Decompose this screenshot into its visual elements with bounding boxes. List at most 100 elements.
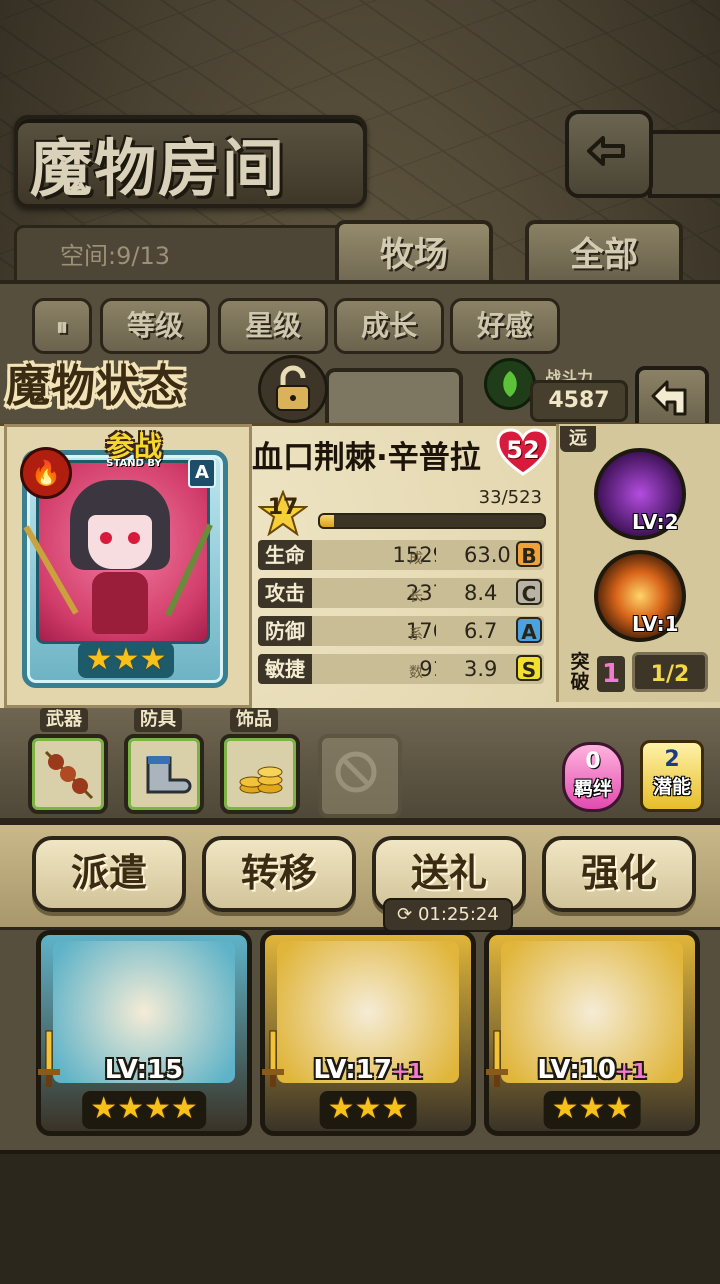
- range-tag: 远: [560, 426, 596, 452]
- tab-ranch[interactable]: 牧场: [335, 220, 493, 286]
- timer-value: 01:25:24: [417, 904, 499, 925]
- card-level-value: LV:17: [313, 1055, 392, 1085]
- card-level: LV:17+1: [265, 1055, 471, 1085]
- page-title: 魔物房间: [30, 132, 287, 205]
- affection-value: 52: [506, 436, 540, 464]
- card-level: LV:15: [41, 1055, 247, 1085]
- stat-value: 176: [312, 616, 452, 646]
- leaf-icon: [484, 358, 536, 410]
- growth-number: 3.9: [464, 657, 498, 681]
- card-level-value: LV:10: [537, 1055, 616, 1085]
- coins-icon: [239, 766, 283, 794]
- xp-bar: [318, 513, 546, 529]
- stat-label: 防御: [258, 616, 312, 646]
- star-rating: ★★★: [78, 642, 174, 678]
- back-button[interactable]: [565, 110, 653, 198]
- stat-label: 生命: [258, 540, 312, 570]
- monster-card[interactable]: LV:10+1 ★★★: [484, 930, 700, 1136]
- growth-value: 3.9 S: [436, 654, 544, 684]
- skill-level: LV:2: [632, 510, 679, 534]
- disabled-icon: [335, 751, 377, 793]
- transfer-button[interactable]: 转移: [202, 836, 356, 912]
- space-counter: 空间:9/13: [60, 242, 170, 270]
- star-icon: ★: [139, 642, 167, 677]
- growth-char: 系: [409, 627, 423, 643]
- star-icon: ★: [117, 1091, 144, 1126]
- star-icon: ★: [90, 1091, 118, 1126]
- potential-button[interactable]: 2 潜能: [640, 740, 704, 812]
- growth-char: 长: [409, 589, 423, 605]
- monster-name: 血口荆棘·辛普拉: [252, 440, 481, 476]
- accessory-label: 饰品: [230, 708, 278, 732]
- enhance-button[interactable]: 强化: [542, 836, 696, 912]
- sort-order-button[interactable]: ⏸: [32, 298, 92, 354]
- lock-button[interactable]: [258, 355, 328, 423]
- stat-label: 攻击: [258, 578, 312, 608]
- card-star-rating: ★★★★: [82, 1091, 206, 1129]
- stat-value: 91: [312, 654, 452, 684]
- grade-badge: B: [516, 541, 542, 568]
- star-icon: ★: [354, 1091, 382, 1126]
- refresh-icon: ⟳: [397, 904, 413, 925]
- monster-body: [92, 572, 148, 634]
- growth-number: 8.4: [464, 581, 498, 605]
- star-icon: ★: [85, 642, 113, 677]
- stat-value: 237: [312, 578, 452, 608]
- growth-value: 6.7 A: [436, 616, 544, 646]
- break-count: 1: [597, 656, 625, 692]
- star-icon: ★: [327, 1091, 355, 1126]
- level-value: 17: [267, 495, 299, 520]
- potential-label: 潜能: [652, 776, 691, 798]
- bond-count: 0: [585, 749, 601, 774]
- card-star-rating: ★★★: [543, 1091, 641, 1129]
- standby-sublabel: STAND BY: [106, 458, 162, 469]
- grade-badge: A: [516, 617, 542, 644]
- growth-char: 成: [409, 551, 423, 567]
- power-value: 4587: [530, 380, 628, 422]
- monster-card[interactable]: LV:15 ★★★★: [36, 930, 252, 1136]
- growth-value: 63.0 B: [436, 540, 544, 570]
- monster-face: [88, 515, 152, 569]
- card-level: LV:10+1: [489, 1055, 695, 1085]
- dispatch-button[interactable]: 派遣: [32, 836, 186, 912]
- sort-growth-button[interactable]: 成长: [334, 298, 444, 354]
- armor-label: 防具: [134, 708, 182, 732]
- xp-text: 33/523: [478, 487, 542, 508]
- card-level-plus: +1: [615, 1059, 647, 1083]
- back-arrow-icon: [587, 136, 625, 166]
- break-progress-button[interactable]: 1/2: [632, 652, 708, 692]
- monster-eye: [128, 532, 140, 544]
- accessory-slot[interactable]: [220, 734, 300, 814]
- monster-eye: [100, 532, 112, 544]
- stat-label: 敏捷: [258, 654, 312, 684]
- star-icon: ★: [381, 1091, 409, 1126]
- star-icon: ★: [112, 642, 140, 677]
- break-label: 突破: [570, 651, 590, 693]
- grade-badge: C: [516, 579, 542, 606]
- status-title: 魔物状态: [6, 361, 186, 412]
- card-level-value: LV:15: [104, 1055, 184, 1085]
- return-arrow-icon: [651, 380, 687, 416]
- sort-star-button[interactable]: 星级: [218, 298, 328, 354]
- bond-button[interactable]: 0 羁绊: [562, 742, 624, 812]
- empty-slot: [318, 734, 402, 818]
- stat-value: 1529: [312, 540, 452, 570]
- monster-card[interactable]: LV:17+1 ★★★: [260, 930, 476, 1136]
- skill-level: LV:1: [632, 612, 679, 636]
- rank-badge: A: [188, 458, 216, 488]
- bond-label: 羁绊: [573, 778, 612, 800]
- meat-skewer-icon: [44, 750, 94, 800]
- sort-affection-button[interactable]: 好感: [450, 298, 560, 354]
- growth-value: 8.4 C: [436, 578, 544, 608]
- bottom-border: [0, 1150, 720, 1284]
- tab-all[interactable]: 全部: [525, 220, 683, 286]
- weapon-label: 武器: [40, 708, 88, 732]
- sort-toggle-icon: ⏸: [56, 312, 68, 341]
- star-icon: ★: [578, 1091, 606, 1126]
- sort-level-button[interactable]: 等级: [100, 298, 210, 354]
- growth-number: 63.0: [464, 543, 511, 567]
- growth-number: 6.7: [464, 619, 498, 643]
- armor-slot[interactable]: [124, 734, 204, 814]
- potential-count: 2: [664, 747, 680, 772]
- weapon-slot[interactable]: [28, 734, 108, 814]
